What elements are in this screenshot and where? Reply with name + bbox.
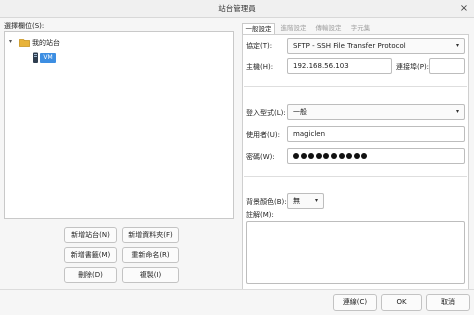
host-label: 主機(H):: [246, 63, 274, 71]
comments-label: 註解(M):: [246, 211, 274, 219]
protocol-label: 協定(T):: [246, 42, 273, 50]
delete-button[interactable]: 刪除(D): [64, 267, 117, 283]
password-dot: [293, 153, 299, 159]
host-input[interactable]: 192.168.56.103: [287, 58, 392, 74]
tab-advanced[interactable]: 進階設定: [277, 23, 310, 34]
password-dot: [338, 153, 345, 159]
user-input[interactable]: magiclen: [287, 126, 465, 142]
password-label: 密碼(W):: [246, 153, 275, 161]
chevron-down-icon: ▾: [455, 108, 459, 115]
tab-transfer[interactable]: 傳輸設定: [312, 23, 345, 34]
password-dot: [308, 153, 315, 159]
separator: [244, 176, 467, 177]
connect-button[interactable]: 連線(C): [333, 294, 377, 311]
user-label: 使用者(U):: [246, 131, 280, 139]
password-mask: [293, 152, 369, 160]
expand-icon[interactable]: ▾: [9, 38, 12, 45]
logon-type-value: 一般: [293, 108, 307, 116]
server-icon: [33, 52, 38, 63]
password-input[interactable]: [287, 148, 465, 164]
bg-color-select[interactable]: 無 ▾: [287, 193, 324, 209]
password-dot: [353, 153, 360, 159]
cancel-button[interactable]: 取消: [426, 294, 470, 311]
rename-button[interactable]: 重新命名(R): [122, 247, 179, 263]
title-bar: 站台管理員 ×: [0, 0, 474, 18]
ok-button[interactable]: OK: [381, 294, 422, 311]
password-dot: [300, 153, 307, 159]
comments-textarea[interactable]: [246, 221, 465, 284]
footer-separator: [0, 289, 474, 290]
select-entry-label: 選擇欄位(S):: [4, 22, 45, 30]
bg-color-label: 背景顏色(B):: [246, 198, 287, 206]
password-dot: [315, 153, 322, 159]
tab-general[interactable]: 一般設定: [242, 23, 275, 34]
logon-type-select[interactable]: 一般 ▾: [287, 104, 465, 120]
tab-charset[interactable]: 字元集: [347, 23, 374, 34]
duplicate-button[interactable]: 複製(I): [122, 267, 179, 283]
tree-root-label[interactable]: 我的站台: [32, 38, 60, 48]
password-dot: [330, 153, 337, 159]
tree-site-vm[interactable]: VM: [40, 53, 56, 63]
separator: [244, 86, 467, 87]
close-icon[interactable]: ×: [457, 2, 471, 16]
password-dot: [346, 153, 353, 159]
logon-type-label: 登入型式(L):: [246, 109, 286, 117]
window-title: 站台管理員: [218, 4, 256, 13]
port-label: 連接埠(P):: [396, 63, 430, 71]
protocol-select[interactable]: SFTP - SSH File Transfer Protocol ▾: [287, 38, 465, 54]
protocol-value: SFTP - SSH File Transfer Protocol: [293, 42, 406, 50]
chevron-down-icon: ▾: [314, 197, 318, 204]
bg-color-value: 無: [293, 197, 300, 205]
chevron-down-icon: ▾: [455, 42, 459, 49]
site-tree[interactable]: ▾ 我的站台 VM: [4, 31, 234, 219]
new-site-button[interactable]: 新增站台(N): [64, 227, 117, 243]
folder-icon: [19, 39, 30, 47]
port-input[interactable]: [429, 58, 465, 74]
password-dot: [323, 153, 330, 159]
password-dot: [361, 153, 368, 159]
new-folder-button[interactable]: 新增資料夾(F): [122, 227, 179, 243]
new-bookmark-button[interactable]: 新增書籤(M): [64, 247, 117, 263]
